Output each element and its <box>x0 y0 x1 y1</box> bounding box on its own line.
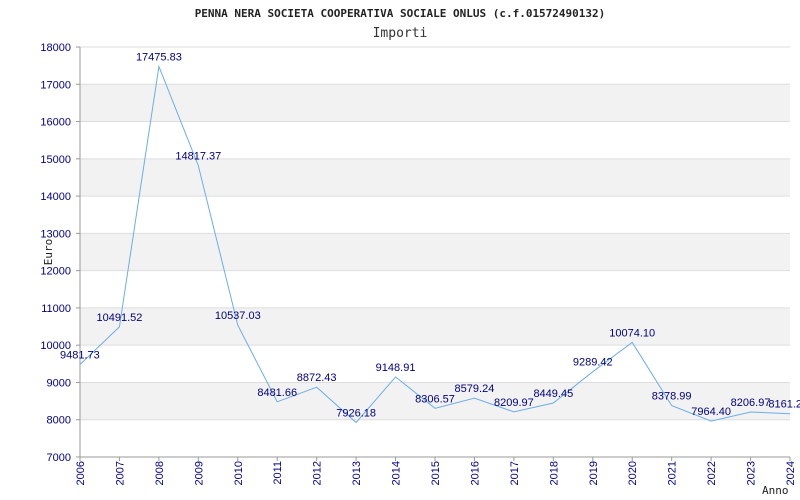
x-tick-label: 2023 <box>746 461 758 485</box>
y-tick-label: 16000 <box>40 117 71 129</box>
line-chart: 7000800090001000011000120001300014000150… <box>40 7 800 497</box>
y-tick-label: 7000 <box>47 452 71 464</box>
plot-band <box>80 307 790 346</box>
data-label: 8209.97 <box>494 397 534 409</box>
y-tick-label: 18000 <box>40 42 71 54</box>
x-tick-label: 2016 <box>469 461 481 485</box>
data-label: 10491.52 <box>96 312 142 324</box>
x-tick-label: 2012 <box>312 461 324 485</box>
data-label: 17475.83 <box>136 52 182 64</box>
x-axis-label: Anno <box>762 484 789 497</box>
y-tick-label: 15000 <box>40 154 71 166</box>
y-tick-label: 11000 <box>41 303 71 315</box>
data-label: 14817.37 <box>175 151 221 163</box>
plot-band <box>80 158 790 197</box>
plot-band <box>80 233 790 271</box>
data-label: 7964.40 <box>691 406 731 418</box>
data-label: 10537.03 <box>215 310 261 322</box>
y-axis-label: Euro <box>42 239 55 266</box>
data-label: 9148.91 <box>376 362 416 374</box>
data-label: 8306.57 <box>415 393 455 405</box>
data-label: 8161.2 <box>768 399 800 411</box>
x-tick-label: 2018 <box>548 461 560 485</box>
y-tick-label: 9000 <box>47 377 71 389</box>
data-label: 8579.24 <box>455 383 495 395</box>
x-tick-label: 2010 <box>233 461 245 485</box>
x-tick-label: 2007 <box>114 461 126 485</box>
y-tick-label: 13000 <box>40 228 71 240</box>
data-label: 8378.99 <box>652 391 692 403</box>
data-label: 9289.42 <box>573 357 613 369</box>
x-tick-label: 2022 <box>706 461 718 485</box>
x-tick-label: 2019 <box>588 461 600 485</box>
y-tick-label: 17000 <box>40 79 71 91</box>
x-tick-label: 2008 <box>154 461 166 485</box>
data-label: 8449.45 <box>533 388 573 400</box>
x-tick-label: 2013 <box>351 461 363 485</box>
x-tick-label: 2017 <box>509 461 521 485</box>
x-tick-label: 2020 <box>627 461 639 485</box>
data-label: 7926.18 <box>336 407 376 419</box>
plot-band <box>80 84 790 122</box>
x-tick-label: 2014 <box>391 461 403 485</box>
y-tick-label: 8000 <box>47 415 71 427</box>
chart-subtitle: Importi <box>373 26 428 41</box>
data-label: 8206.97 <box>731 397 771 409</box>
x-tick-label: 2009 <box>193 461 205 485</box>
x-tick-label: 2006 <box>75 461 87 485</box>
y-tick-label: 14000 <box>40 191 71 203</box>
data-label: 9481.73 <box>60 349 100 361</box>
chart-title: PENNA NERA SOCIETA COOPERATIVA SOCIALE O… <box>195 7 606 20</box>
x-tick-label: 2024 <box>785 461 797 485</box>
x-tick-label: 2011 <box>272 461 284 485</box>
data-label: 8872.43 <box>297 372 337 384</box>
x-tick-label: 2021 <box>667 461 679 485</box>
data-label: 10074.10 <box>609 327 655 339</box>
data-label: 8481.66 <box>257 387 297 399</box>
y-tick-label: 12000 <box>40 266 71 278</box>
x-tick-label: 2015 <box>430 461 442 485</box>
